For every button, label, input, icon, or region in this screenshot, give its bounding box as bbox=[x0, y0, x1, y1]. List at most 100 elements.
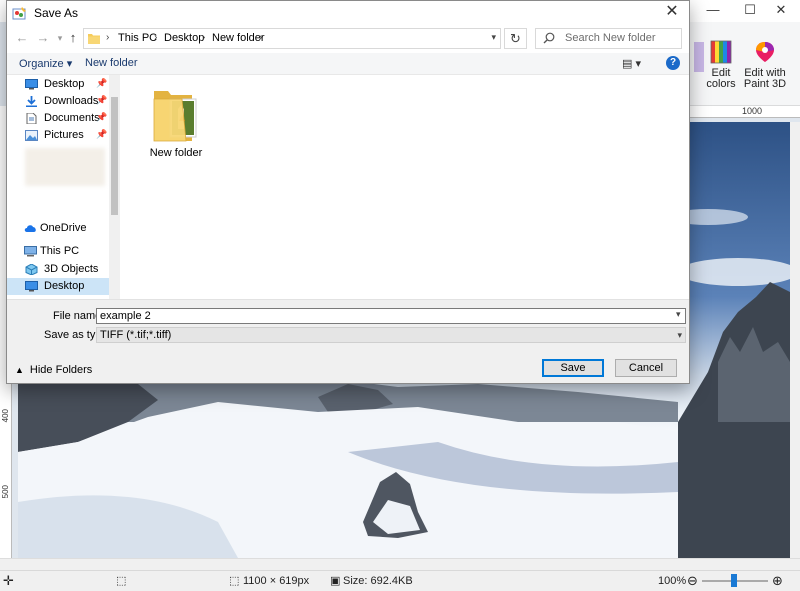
dialog-title: Save As bbox=[34, 6, 79, 20]
breadcrumb-desktop[interactable]: Desktop bbox=[164, 32, 204, 44]
desktop-icon bbox=[25, 281, 38, 292]
pin-icon: 📌 bbox=[96, 78, 108, 88]
pictures-icon bbox=[25, 130, 38, 141]
nav-item-label: Documents bbox=[44, 112, 100, 124]
ruler-top: 1000 bbox=[690, 106, 800, 118]
nav-item-documents[interactable]: Documents 📌 bbox=[7, 110, 109, 127]
nav-item-label: 3D Objects bbox=[44, 263, 99, 275]
nav-item-onedrive[interactable]: OneDrive bbox=[7, 220, 109, 237]
documents-icon bbox=[26, 113, 37, 124]
edit-with-paint-3d-button[interactable]: Edit with Paint 3D bbox=[742, 40, 788, 90]
save-options-panel: File name: ▾ Save as type: TIFF (*.tif;*… bbox=[7, 299, 689, 383]
nav-item-downloads[interactable]: Downloads 📌 bbox=[7, 93, 109, 110]
edit-with-paint-3d-label-2: Paint 3D bbox=[743, 78, 787, 90]
nav-item-desktop[interactable]: Desktop 📌 bbox=[7, 76, 109, 93]
image-size-icon: ⬚ bbox=[229, 575, 240, 587]
blurred-region bbox=[25, 148, 105, 186]
breadcrumb-this-pc[interactable]: This PC bbox=[118, 32, 157, 44]
status-bar: ✛ ⬚ ⬚ 1100 × 619px ▣ Size: 692.4KB 100% … bbox=[0, 570, 800, 591]
edit-colors-button[interactable]: Edit colors bbox=[698, 40, 744, 90]
scrollbar-thumb[interactable] bbox=[111, 97, 118, 215]
canvas-scrollbar-vertical[interactable] bbox=[790, 122, 800, 558]
help-icon[interactable]: ? bbox=[666, 56, 680, 70]
ruler-mark: 500 bbox=[1, 485, 10, 499]
navigation-pane-scrollbar[interactable] bbox=[109, 75, 120, 299]
zoom-level: 100% bbox=[658, 575, 687, 587]
hide-folders-label: Hide Folders bbox=[29, 364, 93, 376]
search-placeholder: Search New folder bbox=[565, 32, 656, 44]
cube-icon bbox=[25, 264, 38, 275]
file-item-label: New folder bbox=[149, 147, 203, 159]
dialog-titlebar: Save As ✕ bbox=[7, 1, 689, 25]
address-bar[interactable]: › This PC › Desktop › New folder › ▾ bbox=[83, 28, 501, 49]
save-as-type-select[interactable]: TIFF (*.tif;*.tiff) ▾ bbox=[96, 327, 686, 343]
breadcrumb-chevron-icon: › bbox=[154, 32, 158, 43]
organize-button[interactable]: Organize ▾ bbox=[19, 57, 72, 70]
forward-arrow-icon[interactable]: → bbox=[34, 29, 52, 47]
nav-item-label: Desktop bbox=[44, 78, 85, 90]
edit-colors-label-2: colors bbox=[706, 78, 736, 90]
palette-icon bbox=[710, 40, 732, 64]
nav-item-label: Pictures bbox=[44, 129, 84, 141]
ruler-mark: 400 bbox=[1, 409, 10, 423]
nav-item-3d-objects[interactable]: 3D Objects bbox=[7, 261, 109, 278]
disk-icon: ▣ bbox=[330, 575, 341, 587]
hide-folders-button[interactable]: ▲ Hide Folders bbox=[15, 364, 92, 376]
chevron-up-icon: ▲ bbox=[15, 365, 24, 375]
save-as-dialog: Save As ✕ ← → ▾ ↑ › This PC › Desktop › … bbox=[6, 0, 690, 384]
zoom-slider-thumb[interactable] bbox=[731, 574, 737, 587]
command-bar: Organize ▾ New folder ▤ ▾ ? bbox=[7, 53, 689, 75]
nav-item-label: This PC bbox=[40, 245, 80, 257]
close-icon[interactable]: ✕ bbox=[655, 1, 689, 25]
pin-icon: 📌 bbox=[96, 95, 108, 105]
breadcrumb-chevron-icon: › bbox=[202, 32, 206, 43]
search-input[interactable]: Search New folder bbox=[535, 28, 682, 49]
zoom-in-icon[interactable]: ⊕ bbox=[772, 573, 783, 589]
file-list: New folder bbox=[120, 75, 689, 299]
paint-3d-icon bbox=[756, 42, 774, 62]
paint-app-icon bbox=[12, 7, 26, 20]
back-arrow-icon[interactable]: ← bbox=[13, 29, 31, 47]
pin-icon: 📌 bbox=[96, 129, 108, 139]
new-folder-button[interactable]: New folder bbox=[85, 57, 138, 69]
breadcrumb-chevron-icon: › bbox=[259, 32, 263, 43]
file-size: Size: 692.4KB bbox=[343, 575, 413, 587]
view-options-icon[interactable]: ▤ ▾ bbox=[622, 57, 641, 70]
cancel-button[interactable]: Cancel bbox=[615, 359, 677, 377]
close-icon[interactable]: ✕ bbox=[758, 0, 800, 22]
navigation-bar: ← → ▾ ↑ › This PC › Desktop › New folder… bbox=[7, 25, 689, 53]
nav-item-label: OneDrive bbox=[40, 222, 87, 234]
desktop-icon bbox=[25, 79, 38, 90]
zoom-out-icon[interactable]: ⊖ bbox=[687, 573, 698, 589]
save-as-type-value: TIFF (*.tif;*.tiff) bbox=[100, 329, 172, 341]
breadcrumb-chevron-icon: › bbox=[106, 32, 110, 43]
nav-item-desktop-selected[interactable]: Desktop bbox=[7, 278, 109, 295]
nav-item-label: Downloads bbox=[44, 95, 99, 107]
search-icon bbox=[543, 32, 555, 44]
file-name-dropdown-icon[interactable]: ▾ bbox=[676, 309, 686, 320]
canvas-scrollbar-horizontal[interactable] bbox=[0, 558, 800, 570]
folder-icon bbox=[153, 91, 197, 142]
paint-ribbon: Edit colors Edit with Paint 3D bbox=[690, 22, 800, 106]
folder-icon bbox=[88, 34, 100, 44]
ruler-mark: 1000 bbox=[742, 106, 763, 116]
file-item-new-folder[interactable]: New folder bbox=[148, 85, 204, 165]
breadcrumb-new-folder[interactable]: New folder bbox=[212, 32, 265, 44]
cloud-icon bbox=[24, 225, 36, 232]
chevron-down-icon: ▾ bbox=[677, 330, 682, 340]
file-name-input[interactable] bbox=[96, 308, 686, 324]
nav-item-pictures[interactable]: Pictures 📌 bbox=[7, 127, 109, 144]
selection-icon: ⬚ bbox=[116, 575, 127, 587]
up-arrow-icon[interactable]: ↑ bbox=[64, 29, 82, 47]
pin-icon: 📌 bbox=[96, 112, 108, 122]
computer-icon bbox=[24, 246, 37, 257]
nav-item-label: Desktop bbox=[44, 280, 85, 292]
download-icon bbox=[26, 96, 37, 107]
nav-item-this-pc[interactable]: This PC bbox=[7, 243, 109, 260]
refresh-icon[interactable]: ↻ bbox=[504, 28, 527, 49]
move-icon: ✛ bbox=[3, 573, 14, 588]
image-dimensions: 1100 × 619px bbox=[243, 575, 310, 587]
navigation-pane: Desktop 📌 Downloads 📌 Documents 📌 Pictur… bbox=[7, 75, 120, 299]
address-dropdown-icon[interactable]: ▾ bbox=[491, 32, 496, 43]
save-button[interactable]: Save bbox=[542, 359, 604, 377]
